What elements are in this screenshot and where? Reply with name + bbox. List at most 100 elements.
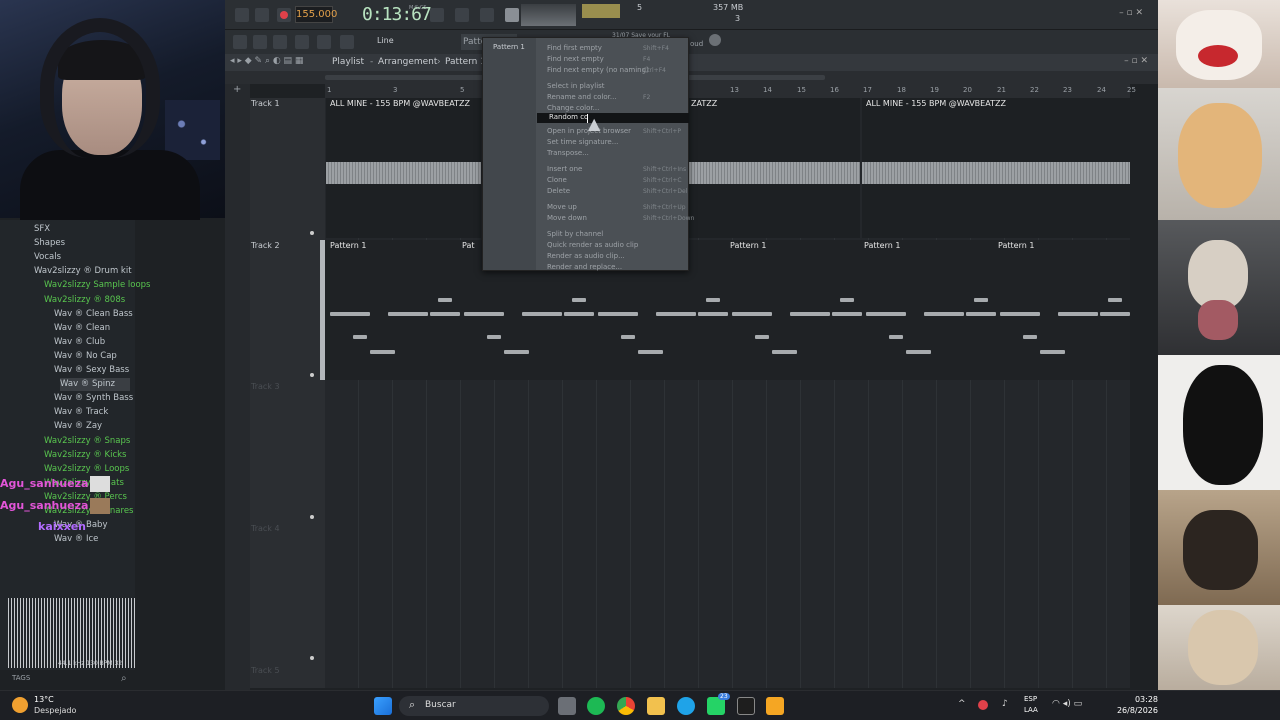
menu-item[interactable]: Set time signature...	[547, 138, 618, 146]
pattern-clip-lane[interactable]	[320, 240, 1130, 380]
track-1-label[interactable]: Track 1	[251, 99, 280, 108]
weather-temp[interactable]: 13°C	[34, 695, 54, 704]
clock-date[interactable]: 26/8/2026	[1106, 706, 1158, 715]
microphone-icon[interactable]	[340, 35, 354, 49]
browser-item[interactable]: Wav2slizzy ® 808s	[44, 294, 125, 307]
track-4-mute-dot[interactable]	[310, 656, 314, 660]
edge-icon[interactable]	[677, 697, 695, 715]
fl-studio-icon[interactable]	[766, 697, 784, 715]
fl-cloud-icon[interactable]	[709, 34, 721, 46]
add-track-icon[interactable]: +	[233, 84, 241, 95]
piano-roll-icon[interactable]	[253, 35, 267, 49]
spotify-icon[interactable]	[587, 697, 605, 715]
language-top[interactable]: ESP	[1024, 695, 1037, 703]
browser-item[interactable]: Wav2slizzy ® Drum kit	[34, 265, 132, 278]
weather-icon[interactable]	[12, 697, 28, 713]
browser-item[interactable]: Wav ® Zay	[54, 420, 102, 433]
playlist-tool-icons[interactable]: ◂ ▸ ◆ ✎ ⌕ ◐ ▤ ▦	[230, 56, 303, 66]
track-4-label[interactable]: Track 4	[251, 524, 280, 533]
stop-button[interactable]	[255, 8, 269, 22]
browser-item[interactable]: Wav2slizzy Sample loops	[44, 279, 150, 292]
search-box[interactable]: ⌕ Buscar	[399, 696, 549, 716]
browser-item[interactable]: SFX	[34, 223, 50, 236]
menu-item[interactable]: Render as audio clip...	[547, 252, 625, 260]
tray-chevron-icon[interactable]: ^	[958, 699, 966, 709]
track-5-label[interactable]: Track 5	[251, 666, 280, 675]
menu-item[interactable]: Render and replace...	[547, 263, 622, 271]
chat-emote	[90, 498, 110, 514]
browser-item[interactable]: Wav ® Track	[54, 406, 108, 419]
menu-item[interactable]: Select in playlist	[547, 82, 605, 90]
browser-item[interactable]: Wav ® Clean	[54, 322, 110, 335]
menu-item[interactable]: Change color...	[547, 104, 599, 112]
audio-clip[interactable]: ZATZZ	[689, 98, 860, 238]
wifi-volume-battery-icons[interactable]: ◠ ◂) ▭	[1052, 699, 1082, 709]
menu-item[interactable]: Quick render as audio clip	[547, 241, 638, 249]
snap-button[interactable]	[455, 8, 469, 22]
snap-mode-select[interactable]: Line	[377, 36, 394, 45]
audio-clip[interactable]: ALL MINE - 155 BPM @WAVBEATZZ	[862, 98, 1130, 238]
language-bottom[interactable]: LAA	[1024, 706, 1038, 714]
track-3-label[interactable]: Track 3	[251, 382, 280, 391]
loop-button[interactable]	[480, 8, 494, 22]
menu-item[interactable]: Move up	[547, 203, 577, 211]
tray-app-icon[interactable]	[978, 700, 988, 710]
browser-item[interactable]: Wav2slizzy ® Snaps	[44, 435, 130, 448]
window-controls[interactable]: – ▫ ✕	[1119, 8, 1143, 18]
file-explorer-icon[interactable]	[647, 697, 665, 715]
pattern-note	[522, 312, 562, 316]
browser-item[interactable]: Wav2slizzy ® Loops	[44, 463, 129, 476]
menu-item[interactable]: Find next empty	[547, 55, 604, 63]
pause-button[interactable]	[235, 8, 249, 22]
playlist-icon[interactable]	[233, 35, 247, 49]
mixer-icon[interactable]	[317, 35, 331, 49]
meme-image-1	[1158, 0, 1280, 88]
browser-item[interactable]: Wav ® Sexy Bass	[54, 364, 129, 377]
track-1-mute-dot[interactable]	[310, 231, 314, 235]
capcut-icon[interactable]	[737, 697, 755, 715]
chrome-icon[interactable]	[617, 697, 635, 715]
record-button[interactable]	[277, 8, 291, 22]
track-2-mute-dot[interactable]	[310, 373, 314, 377]
audio-clip[interactable]: ALL MINE - 155 BPM @WAVBEATZZ	[326, 98, 481, 238]
channel-rack-icon[interactable]	[295, 35, 309, 49]
arrangement-name[interactable]: Arrangement	[378, 57, 437, 67]
menu-item[interactable]: Rename and color...	[547, 93, 617, 101]
browser-item[interactable]: Wav ® Ice	[54, 533, 98, 546]
menu-item[interactable]: Move down	[547, 214, 587, 222]
task-view-icon[interactable]	[558, 697, 576, 715]
browser-item[interactable]: Vocals	[34, 251, 61, 264]
browser-item[interactable]: Wav ® Spinz	[60, 378, 130, 392]
weather-desc[interactable]: Despejado	[34, 706, 76, 715]
meme-image-3	[1158, 220, 1280, 355]
browser-item[interactable]: Wav ® No Cap	[54, 350, 117, 363]
search-icon[interactable]: ⌕	[121, 673, 127, 684]
playlist-window-controls[interactable]: – ▫ ✕	[1124, 56, 1148, 66]
track-2-label[interactable]: Track 2	[251, 241, 280, 250]
menu-item[interactable]: Find next empty (no naming)	[547, 66, 649, 74]
browser-item[interactable]: Wav ® Clean Bass	[54, 308, 133, 321]
typing-keyboard-button[interactable]	[505, 8, 519, 22]
menu-item[interactable]: Transpose...	[547, 149, 589, 157]
metronome-button[interactable]	[430, 8, 444, 22]
browser-item[interactable]: Wav ® Club	[54, 336, 105, 349]
track-3-mute-dot[interactable]	[310, 515, 314, 519]
browser-item[interactable]: Wav ® Synth Bass	[54, 392, 133, 405]
menu-item[interactable]: Find first empty	[547, 44, 602, 52]
tempo-display[interactable]: 155.000	[295, 6, 337, 23]
timeline-ruler[interactable]: 1 3 5 13 14 15 16 17 18 19 20 21 22 23 2…	[325, 84, 1136, 98]
pattern-note	[1000, 312, 1040, 316]
playlist-pattern-name[interactable]: Pattern 1	[445, 57, 486, 67]
search-placeholder: Buscar	[425, 700, 456, 710]
menu-item-highlighted[interactable]: Random co	[549, 113, 588, 121]
browser-item[interactable]: Shapes	[34, 237, 65, 250]
tray-mic-icon[interactable]: ♪	[1002, 699, 1008, 709]
start-icon[interactable]	[374, 697, 392, 715]
menu-item[interactable]: Clone	[547, 176, 567, 184]
menu-item[interactable]: Insert one	[547, 165, 582, 173]
clock-time[interactable]: 03:28	[1118, 695, 1158, 704]
browser-icon[interactable]	[273, 35, 287, 49]
browser-item[interactable]: Wav2slizzy ® Kicks	[44, 449, 126, 462]
menu-item[interactable]: Split by channel	[547, 230, 603, 238]
menu-item[interactable]: Delete	[547, 187, 570, 195]
